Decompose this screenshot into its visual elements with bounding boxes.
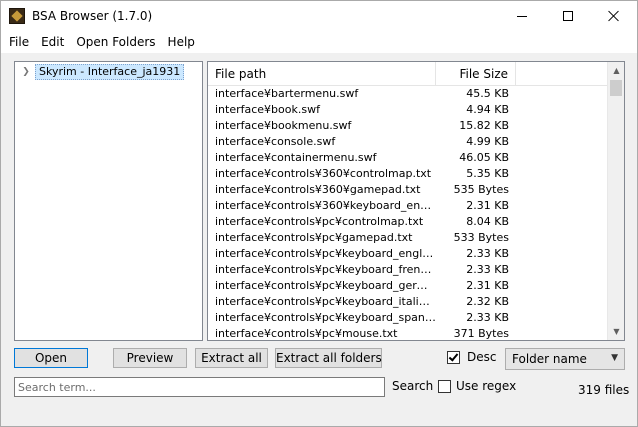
tree-node-root[interactable]: ❯ Skyrim - Interface_ja1931 [21, 64, 185, 80]
title-bar[interactable]: BSA Browser (1.7.0) [1, 1, 637, 31]
file-path-cell: interface¥containermenu.swf [215, 151, 377, 164]
table-row[interactable]: interface¥controls¥360¥keyboard_english.… [208, 198, 608, 214]
maximize-button[interactable] [545, 1, 591, 31]
column-header-filler [516, 62, 608, 85]
file-size-cell: 4.99 KB [466, 135, 509, 148]
menu-bar: File Edit Open Folders Help [1, 31, 637, 53]
arrow-up-icon[interactable]: ▲ [608, 62, 624, 79]
file-size-cell: 2.31 KB [466, 199, 509, 212]
preview-button[interactable]: Preview [113, 348, 187, 368]
close-icon [608, 10, 620, 22]
chevron-down-icon: ▼ [611, 353, 618, 363]
open-button[interactable]: Open [14, 348, 88, 368]
file-size-cell: 5.35 KB [466, 167, 509, 180]
file-size-cell: 533 Bytes [453, 231, 509, 244]
file-size-cell: 2.33 KB [466, 311, 509, 324]
desc-checkbox[interactable] [447, 351, 460, 364]
table-row[interactable]: interface¥controls¥pc¥keyboard_spanish.t… [208, 310, 608, 326]
window-title: BSA Browser (1.7.0) [32, 9, 153, 23]
table-row[interactable]: interface¥book.swf 4.94 KB [208, 102, 608, 118]
column-header-file-path[interactable]: File path [208, 62, 436, 85]
file-path-cell: interface¥controls¥pc¥keyboard_german.t.… [215, 279, 436, 292]
file-size-cell: 2.33 KB [466, 247, 509, 260]
archive-tree[interactable]: ❯ Skyrim - Interface_ja1931 [14, 61, 203, 341]
file-path-cell: interface¥controls¥360¥controlmap.txt [215, 167, 432, 180]
file-size-cell: 8.04 KB [466, 215, 509, 228]
file-size-cell: 46.05 KB [459, 151, 509, 164]
file-size-cell: 4.94 KB [466, 103, 509, 116]
file-path-cell: interface¥controls¥pc¥keyboard_italian.t… [215, 295, 436, 308]
file-size-cell: 2.32 KB [466, 295, 509, 308]
table-row[interactable]: interface¥controls¥pc¥gamepad.txt 533 Byt… [208, 230, 608, 246]
column-header-file-size[interactable]: File Size [436, 62, 516, 85]
sort-dropdown-value: Folder name [512, 352, 587, 366]
tree-node-label[interactable]: Skyrim - Interface_ja1931 [35, 64, 185, 80]
file-size-cell: 2.31 KB [466, 279, 509, 292]
table-row[interactable]: interface¥controls¥360¥gamepad.txt 535 By… [208, 182, 608, 198]
file-path-cell: interface¥bartermenu.swf [215, 87, 359, 100]
bsa-app-icon [9, 8, 25, 24]
file-path-cell: interface¥controls¥360¥keyboard_english.… [215, 199, 436, 212]
file-path-cell: interface¥console.swf [215, 135, 336, 148]
file-size-cell: 371 Bytes [453, 327, 509, 340]
search-input[interactable] [14, 377, 385, 397]
vertical-scrollbar[interactable]: ▲ ▼ [607, 62, 624, 340]
table-row[interactable]: interface¥console.swf 4.99 KB [208, 134, 608, 150]
file-path-cell: interface¥controls¥pc¥keyboard_english.t… [215, 247, 436, 260]
use-regex-checkbox[interactable] [438, 380, 451, 393]
file-count: 319 files [578, 383, 630, 397]
file-path-cell: interface¥book.swf [215, 103, 320, 116]
close-button[interactable] [591, 1, 637, 31]
file-path-cell: interface¥controls¥pc¥keyboard_spanish.t… [215, 311, 436, 324]
menu-help[interactable]: Help [162, 35, 201, 49]
maximize-icon [563, 11, 573, 21]
extract-all-folders-button[interactable]: Extract all folders [275, 348, 382, 368]
table-row[interactable]: interface¥controls¥360¥controlmap.txt 5.3… [208, 166, 608, 182]
desc-label: Desc [467, 350, 497, 364]
file-size-cell: 45.5 KB [466, 87, 509, 100]
list-header: File path File Size [208, 62, 608, 86]
table-row[interactable]: interface¥controls¥pc¥keyboard_italian.t… [208, 294, 608, 310]
file-path-cell: interface¥controls¥pc¥gamepad.txt [215, 231, 413, 244]
file-path-cell: interface¥controls¥pc¥mouse.txt [215, 327, 398, 340]
table-row[interactable]: interface¥controls¥pc¥keyboard_french.tx… [208, 262, 608, 278]
menu-edit[interactable]: Edit [35, 35, 70, 49]
chevron-right-icon[interactable]: ❯ [21, 64, 31, 80]
scroll-thumb[interactable] [610, 80, 622, 96]
table-row[interactable]: interface¥bartermenu.swf 45.5 KB [208, 86, 608, 102]
file-size-cell: 2.33 KB [466, 263, 509, 276]
table-row[interactable]: interface¥controls¥pc¥keyboard_english.t… [208, 246, 608, 262]
use-regex-label: Use regex [456, 379, 517, 393]
minimize-button[interactable] [499, 1, 545, 31]
file-path-cell: interface¥controls¥pc¥keyboard_french.tx… [215, 263, 436, 276]
table-row[interactable]: interface¥controls¥pc¥controlmap.txt 8.04… [208, 214, 608, 230]
app-window: BSA Browser (1.7.0) File Edit Open Folde… [0, 0, 638, 427]
table-row[interactable]: interface¥bookmenu.swf 15.82 KB [208, 118, 608, 134]
file-rows: interface¥bartermenu.swf 45.5 KB interface… [208, 86, 608, 340]
file-path-cell: interface¥controls¥360¥gamepad.txt [215, 183, 421, 196]
minimize-icon [517, 15, 527, 17]
menu-file[interactable]: File [1, 35, 35, 49]
menu-open-folders[interactable]: Open Folders [70, 35, 161, 49]
file-list[interactable]: File path File Size interface¥bartermenu… [207, 61, 625, 341]
checkmark-icon [448, 351, 459, 362]
table-row[interactable]: interface¥controls¥pc¥keyboard_german.t.… [208, 278, 608, 294]
file-path-cell: interface¥controls¥pc¥controlmap.txt [215, 215, 424, 228]
sort-dropdown[interactable]: Folder name ▼ [505, 348, 625, 370]
file-size-cell: 535 Bytes [453, 183, 509, 196]
file-path-cell: interface¥bookmenu.swf [215, 119, 352, 132]
table-row[interactable]: interface¥containermenu.swf 46.05 KB [208, 150, 608, 166]
search-label: Search [392, 379, 434, 393]
arrow-down-icon[interactable]: ▼ [608, 323, 624, 340]
table-row[interactable]: interface¥controls¥pc¥mouse.txt 371 Bytes [208, 326, 608, 340]
file-size-cell: 15.82 KB [459, 119, 509, 132]
extract-all-button[interactable]: Extract all [195, 348, 268, 368]
